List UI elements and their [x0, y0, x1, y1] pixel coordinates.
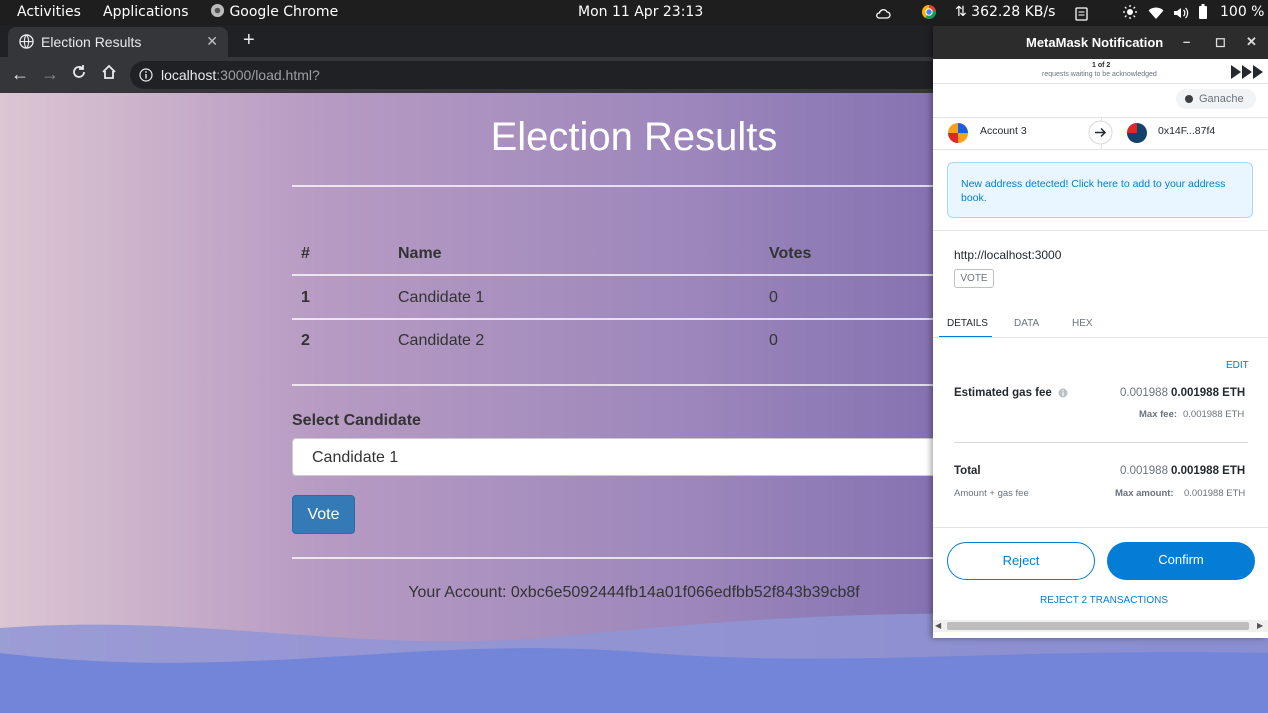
minimize-button[interactable]: –	[1183, 34, 1190, 49]
scroll-left-icon[interactable]: ◀	[935, 621, 941, 630]
network-selector[interactable]: Ganache	[1176, 89, 1256, 109]
app-name: Google Chrome	[229, 4, 339, 20]
column-header: #	[301, 245, 310, 262]
account-avatar-icon	[948, 123, 968, 143]
back-button[interactable]: ←	[11, 64, 29, 85]
divider	[933, 527, 1268, 528]
selected-candidate: Candidate 1	[312, 449, 399, 466]
new-tab-button[interactable]: +	[243, 29, 255, 52]
candidate-select[interactable]: Candidate 1	[292, 438, 992, 476]
chrome-icon	[210, 3, 225, 18]
url-path: :3000/load.html?	[216, 67, 320, 83]
confirm-button[interactable]: Confirm	[1107, 542, 1255, 580]
metamask-window: MetaMask Notification – ◻ ✕ 1 of 2 reque…	[933, 26, 1268, 638]
system-top-bar: Activities Applications Google Chrome Mo…	[0, 0, 1268, 25]
horizontal-scrollbar[interactable]: ◀ ▶	[933, 620, 1268, 632]
clipboard-icon[interactable]	[1075, 5, 1088, 21]
scroll-right-icon[interactable]: ▶	[1257, 621, 1263, 630]
gas-fee-value: 0.001988	[1120, 387, 1168, 399]
reject-button[interactable]: Reject	[947, 542, 1095, 580]
tab-data[interactable]: DATA	[1014, 318, 1039, 329]
network-speed: ⇅ 362.28 KB/s	[955, 4, 1056, 20]
network-dot-icon	[1185, 95, 1193, 103]
table-divider	[292, 274, 992, 276]
column-header: Name	[398, 245, 442, 262]
total-eth: 0.001988 ETH	[1171, 465, 1246, 477]
window-title: MetaMask Notification	[1026, 35, 1164, 50]
notice-text: New address detected! Click here to add …	[961, 178, 1226, 204]
metamask-content: 1 of 2 requests waiting to be acknowledg…	[933, 59, 1268, 638]
to-address[interactable]: 0x14F...87f4	[1158, 125, 1215, 137]
method-badge: VOTE	[954, 269, 994, 288]
reload-button[interactable]	[71, 64, 87, 85]
column-header: Votes	[769, 245, 812, 262]
row-name: Candidate 1	[398, 289, 485, 306]
divider	[933, 337, 1268, 338]
row-id: 1	[301, 289, 310, 306]
tab-title: Election Results	[41, 34, 142, 50]
from-account: Account 3	[980, 125, 1027, 137]
home-button[interactable]	[101, 64, 117, 85]
table-divider	[292, 318, 992, 320]
url-text: localhost:3000/load.html?	[161, 67, 320, 83]
scrollbar-thumb[interactable]	[947, 622, 1249, 630]
reload-icon	[73, 65, 85, 78]
address-bar[interactable]: localhost:3000/load.html?	[130, 61, 950, 89]
close-button[interactable]: ✕	[1246, 34, 1257, 50]
home-icon	[102, 64, 116, 79]
tab-details[interactable]: DETAILS	[947, 318, 988, 329]
max-fee-value: 0.001988 ETH	[1183, 409, 1245, 420]
network-name: Ganache	[1199, 93, 1244, 105]
divider	[933, 149, 1268, 150]
divider	[933, 230, 1268, 231]
queue-count: 1 of 2	[1092, 62, 1111, 69]
wifi-icon[interactable]	[1148, 5, 1164, 21]
tab-hex[interactable]: HEX	[1072, 318, 1093, 329]
activities-button[interactable]: Activities	[17, 4, 81, 20]
maximize-button[interactable]: ◻	[1215, 34, 1226, 50]
site-origin: http://localhost:3000	[954, 248, 1062, 262]
max-amount-value: 0.001988 ETH	[1184, 488, 1246, 499]
gas-fee-eth: 0.001988 ETH	[1171, 387, 1246, 399]
select-candidate-label: Select Candidate	[292, 412, 421, 429]
url-host: localhost	[161, 67, 217, 83]
total-label: Total	[954, 465, 981, 477]
vote-button[interactable]: Vote	[292, 495, 355, 534]
volume-icon[interactable]	[1173, 5, 1189, 21]
row-votes: 0	[769, 332, 778, 349]
edit-gas-button[interactable]: EDIT	[1226, 360, 1249, 371]
info-icon	[139, 68, 153, 82]
cloud-icon[interactable]	[875, 5, 891, 21]
row-name: Candidate 2	[398, 332, 485, 349]
max-amount-label: Max amount:	[1115, 488, 1174, 499]
brightness-icon[interactable]	[1122, 4, 1138, 20]
reject-all-button[interactable]: REJECT 2 TRANSACTIONS	[1040, 595, 1168, 606]
applications-menu[interactable]: Applications	[103, 4, 189, 20]
chrome-tray-icon[interactable]	[921, 4, 937, 20]
metamask-title-bar: MetaMask Notification – ◻ ✕	[933, 26, 1268, 59]
divider	[933, 83, 1268, 84]
new-address-notice[interactable]: New address detected! Click here to add …	[947, 162, 1253, 218]
clock[interactable]: Mon 11 Apr 23:13	[578, 4, 703, 20]
total-subtext: Amount + gas fee	[954, 488, 1029, 499]
queue-text: requests waiting to be acknowledged	[1042, 71, 1157, 78]
forward-button[interactable]: →	[41, 64, 59, 85]
app-menu[interactable]: Google Chrome	[210, 3, 339, 20]
divider	[954, 442, 1248, 443]
tab-election-results[interactable]: Election Results ✕	[8, 27, 228, 57]
recipient-avatar-icon	[1127, 123, 1147, 143]
row-id: 2	[301, 332, 310, 349]
globe-icon	[19, 34, 34, 49]
battery-level: 100 %	[1220, 4, 1265, 20]
skip-forward-icon[interactable]	[1231, 65, 1265, 79]
battery-icon[interactable]	[1198, 4, 1208, 20]
row-votes: 0	[769, 289, 778, 306]
info-icon[interactable]	[1058, 388, 1068, 398]
arrow-right-icon	[1088, 120, 1113, 145]
gas-fee-label: Estimated gas fee	[954, 387, 1052, 399]
tab-close-icon[interactable]: ✕	[206, 33, 218, 50]
max-fee-label: Max fee:	[1139, 409, 1178, 420]
total-value: 0.001988	[1120, 465, 1168, 477]
